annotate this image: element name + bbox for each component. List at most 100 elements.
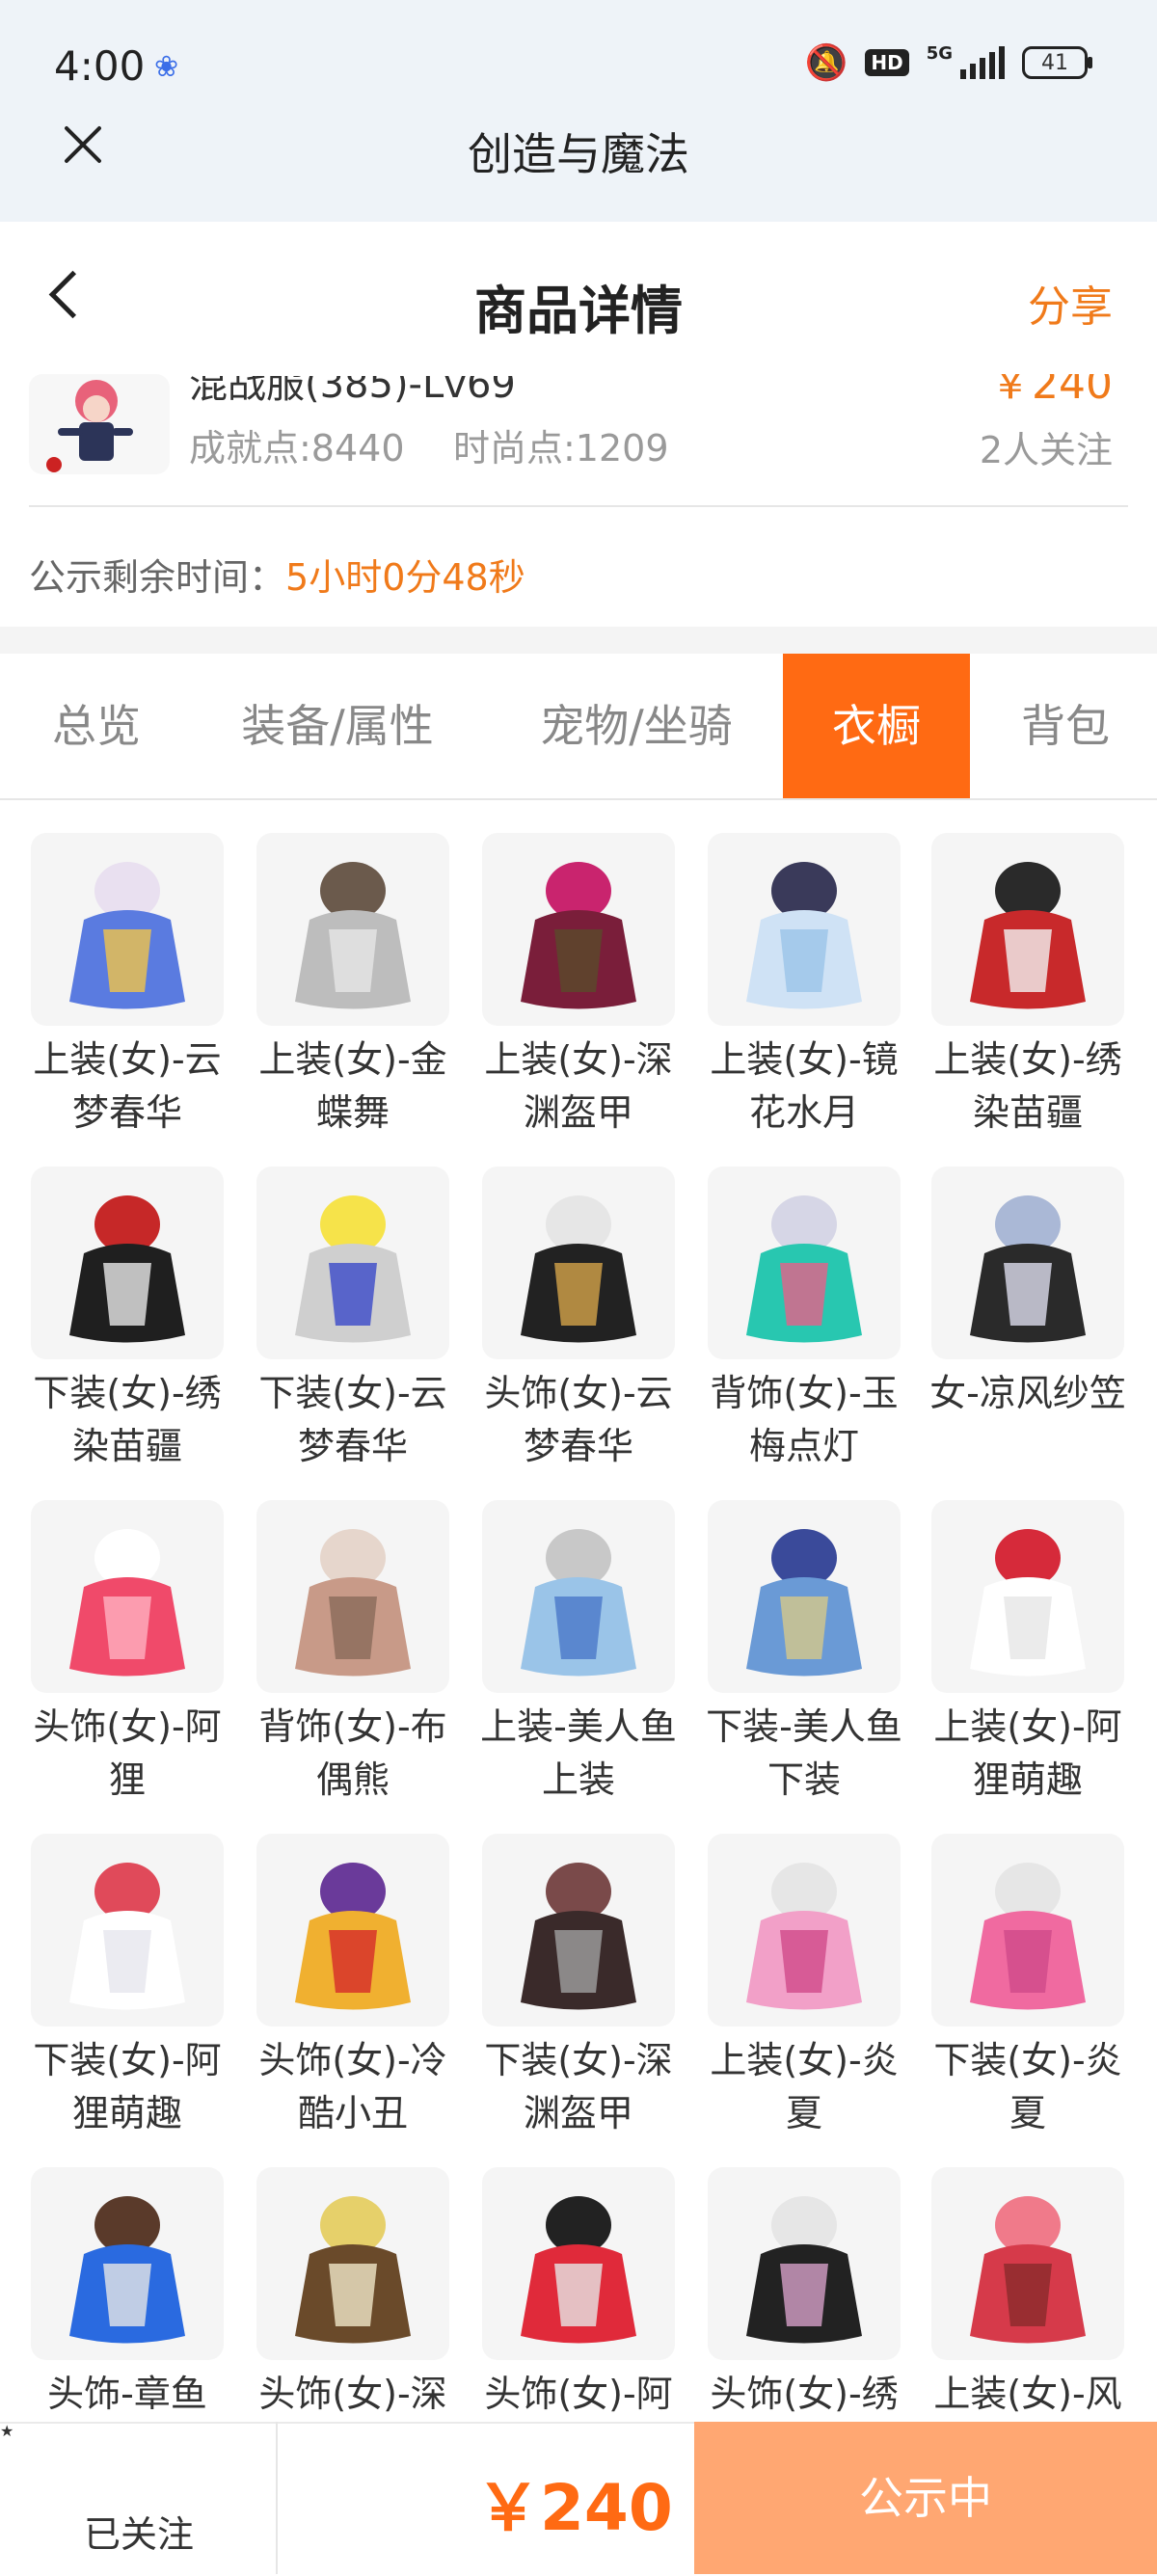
wardrobe-item[interactable]: 下装(女)-炎夏 bbox=[931, 1834, 1124, 2140]
tab-backpack[interactable]: 背包 bbox=[993, 654, 1138, 798]
countdown-value: 5小时0分48秒 bbox=[285, 556, 525, 599]
head-ornament-icon bbox=[482, 1167, 675, 1359]
wardrobe-item-label: 背饰(女)-玉梅点灯 bbox=[710, 1372, 899, 1467]
divider bbox=[29, 505, 1128, 507]
wardrobe-item[interactable]: 头饰(女)-冷酷小丑 bbox=[256, 1834, 449, 2140]
wardrobe-item[interactable]: 上装(女)-绣染苗疆 bbox=[931, 833, 1124, 1140]
wardrobe-item[interactable]: 上装(女)-风 bbox=[931, 2167, 1124, 2421]
tab-equipment[interactable]: 装备/属性 bbox=[212, 654, 463, 798]
bell-muted-icon: 🔕 bbox=[804, 43, 848, 83]
divider bbox=[276, 2422, 278, 2574]
signal-icon bbox=[960, 46, 1005, 79]
tab-overview[interactable]: 总览 bbox=[19, 654, 174, 798]
fox-head-icon bbox=[31, 1500, 224, 1693]
wardrobe-item-label: 上装(女)-阿狸萌趣 bbox=[933, 1705, 1122, 1801]
wardrobe-item-label: 下装(女)-深渊盔甲 bbox=[484, 2039, 673, 2134]
wardrobe-item[interactable]: 上装(女)-金蝶舞 bbox=[256, 833, 449, 1140]
armor-boots-icon bbox=[482, 1834, 675, 2026]
boots-icon bbox=[31, 1834, 224, 2026]
wardrobe-item-label: 下装(女)-云梦春华 bbox=[258, 1372, 447, 1467]
wardrobe-item-label: 上装(女)-绣染苗疆 bbox=[933, 1038, 1122, 1134]
wardrobe-item[interactable]: 下装(女)-阿狸萌趣 bbox=[31, 1834, 224, 2140]
tab-wardrobe[interactable]: 衣橱 bbox=[783, 654, 970, 798]
share-button[interactable]: 分享 bbox=[1028, 272, 1113, 334]
wardrobe-item[interactable]: 下装-美人鱼下装 bbox=[706, 1500, 902, 1807]
pink-skirt-icon bbox=[931, 1834, 1124, 2026]
bottom-price: ￥240 bbox=[476, 2471, 673, 2545]
armor-icon bbox=[482, 833, 675, 1026]
wardrobe-item-label: 上装(女)-云梦春华 bbox=[33, 1038, 222, 1134]
wardrobe-item-label: 背饰(女)-布偶熊 bbox=[258, 1705, 447, 1801]
cat-ear-headphones-icon bbox=[482, 2167, 675, 2360]
tab-pets-mounts[interactable]: 宠物/坐骑 bbox=[511, 654, 762, 798]
wardrobe-item[interactable]: 上装(女)-炎夏 bbox=[708, 1834, 901, 2140]
clown-hair-icon bbox=[256, 1834, 449, 2026]
wardrobe-item[interactable]: 背饰(女)-布偶熊 bbox=[256, 1500, 449, 1807]
wardrobe-item-label: 女-凉风纱笠 bbox=[929, 1372, 1126, 1414]
wardrobe-item[interactable]: 头饰(女)-深 bbox=[256, 2167, 449, 2421]
wardrobe-item[interactable]: 女-凉风纱笠 bbox=[929, 1167, 1126, 1420]
status-bar: 4:00 ❀ 🔕 HD 5G 41 bbox=[0, 0, 1157, 135]
jacket-icon bbox=[931, 1500, 1124, 1693]
wardrobe-item-label: 头饰(女)-阿狸 bbox=[33, 1705, 222, 1801]
app-title: 创造与魔法 bbox=[468, 128, 689, 180]
top-outfit-icon bbox=[708, 833, 901, 1026]
wardrobe-item-label: 头饰(女)-深 bbox=[258, 2373, 447, 2415]
wardrobe-item[interactable]: 头饰(女)-阿狸 bbox=[31, 1500, 224, 1807]
top-outfit-icon bbox=[256, 833, 449, 1026]
teddy-bear-icon bbox=[256, 1500, 449, 1693]
follow-label[interactable]: 已关注 bbox=[0, 2505, 278, 2558]
wardrobe-item-label: 头饰(女)-绣 bbox=[710, 2373, 899, 2415]
follower-count: 2人关注 bbox=[979, 429, 1113, 471]
section-gap bbox=[0, 627, 1157, 654]
clock: 4:00 bbox=[54, 42, 146, 90]
hat-icon bbox=[256, 2167, 449, 2360]
bikini-top-icon bbox=[708, 1834, 901, 2026]
wardrobe-item[interactable]: 下装(女)-绣染苗疆 bbox=[31, 1167, 224, 1473]
wardrobe-item-label: 下装-美人鱼下装 bbox=[706, 1705, 902, 1801]
poncho-icon bbox=[931, 833, 1124, 1026]
wardrobe-item-label: 上装(女)-金蝶舞 bbox=[258, 1038, 447, 1134]
fashion-points: 时尚点:1209 bbox=[453, 427, 669, 470]
wardrobe-item[interactable]: 上装(女)-镜花水月 bbox=[708, 833, 901, 1140]
wardrobe-item-label: 头饰(女)-阿 bbox=[484, 2373, 673, 2415]
wardrobe-item-label: 上装(女)-深渊盔甲 bbox=[484, 1038, 673, 1134]
notice-countdown: 公示剩余时间：5小时0分48秒 bbox=[29, 548, 525, 601]
wardrobe-item[interactable]: 上装(女)-云梦春华 bbox=[31, 833, 224, 1140]
legs-icon bbox=[256, 1167, 449, 1359]
wardrobe-item[interactable]: 头饰(女)-绣 bbox=[708, 2167, 901, 2421]
mermaid-top-icon bbox=[482, 1500, 675, 1693]
wardrobe-item[interactable]: 头饰-章鱼 bbox=[31, 2167, 224, 2421]
achievement-points: 成就点:8440 bbox=[189, 427, 405, 470]
wardrobe-item-label: 上装(女)-镜花水月 bbox=[710, 1038, 899, 1134]
veil-hat-icon bbox=[931, 1167, 1124, 1359]
status-icons: 🔕 HD 5G 41 bbox=[804, 42, 1092, 83]
top-outfit-icon bbox=[31, 833, 224, 1026]
wardrobe-item[interactable]: 下装(女)-云梦春华 bbox=[256, 1167, 449, 1473]
wardrobe-item-label: 头饰(女)-冷酷小丑 bbox=[258, 2039, 447, 2134]
page-title: 商品详情 bbox=[474, 281, 683, 341]
octopus-hat-icon bbox=[31, 2167, 224, 2360]
wardrobe-item[interactable]: 头饰(女)-阿 bbox=[482, 2167, 675, 2421]
lantern-icon bbox=[708, 1167, 901, 1359]
wardrobe-item-label: 下装(女)-绣染苗疆 bbox=[33, 1372, 222, 1467]
network-type: 5G bbox=[926, 42, 953, 64]
wardrobe-item[interactable]: 下装(女)-深渊盔甲 bbox=[482, 1834, 675, 2140]
skirt-icon bbox=[31, 1167, 224, 1359]
battery-icon: 41 bbox=[1022, 46, 1092, 79]
wardrobe-item[interactable]: 背饰(女)-玉梅点灯 bbox=[708, 1167, 901, 1473]
status-button[interactable]: 公示中 bbox=[694, 2422, 1157, 2574]
wardrobe-item[interactable]: 上装(女)-阿狸萌趣 bbox=[931, 1500, 1124, 1807]
wardrobe-item[interactable]: 上装-美人鱼上装 bbox=[480, 1500, 677, 1807]
hd-badge: HD bbox=[865, 49, 909, 76]
wardrobe-item[interactable]: 上装(女)-深渊盔甲 bbox=[482, 833, 675, 1140]
countdown-label: 公示剩余时间： bbox=[29, 556, 286, 599]
wardrobe-item-label: 上装-美人鱼上装 bbox=[480, 1705, 677, 1801]
wardrobe-item-label: 下装(女)-炎夏 bbox=[933, 2039, 1122, 2134]
star-icon: ★ bbox=[0, 2422, 14, 2440]
mermaid-tail-icon bbox=[708, 1500, 901, 1693]
item-thumbnail bbox=[29, 374, 170, 474]
wardrobe-item[interactable]: 头饰(女)-云梦春华 bbox=[482, 1167, 675, 1473]
wardrobe-item-label: 头饰(女)-云梦春华 bbox=[484, 1372, 673, 1467]
wardrobe-item-label: 头饰-章鱼 bbox=[47, 2373, 207, 2415]
